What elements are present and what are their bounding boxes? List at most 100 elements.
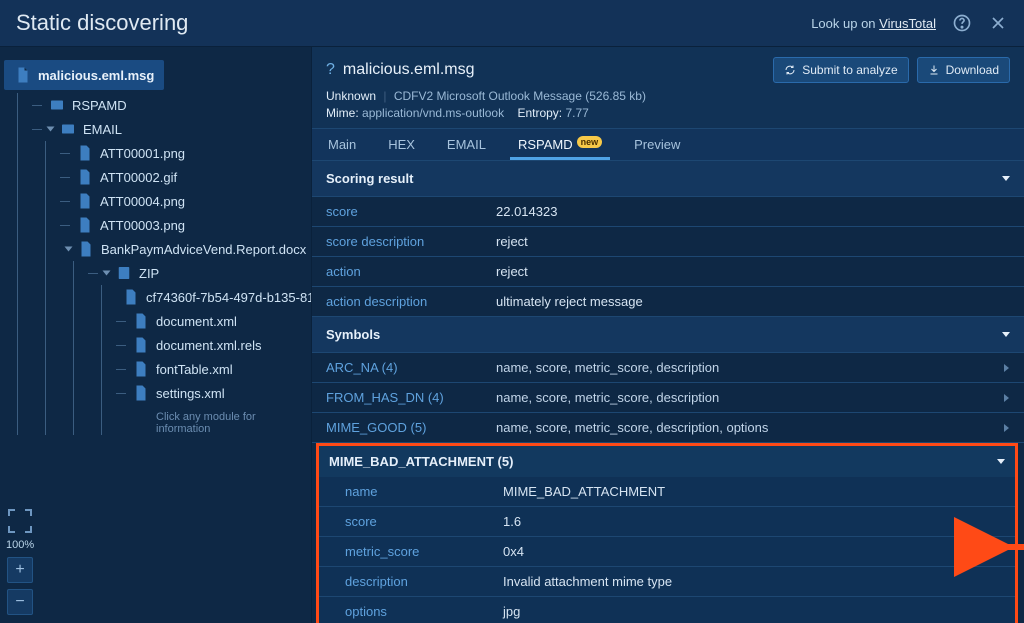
content-area: ? malicious.eml.msg Submit to analyze Do… xyxy=(312,47,1024,623)
scoring-header[interactable]: Scoring result xyxy=(312,161,1024,197)
rspamd-pane[interactable]: Scoring result score22.014323 score desc… xyxy=(312,161,1024,623)
tree-zip-item[interactable]: document.xml.rels xyxy=(116,333,311,357)
kv-value: Invalid attachment mime type xyxy=(489,567,1015,596)
submit-label: Submit to analyze xyxy=(802,63,897,77)
sidebar: malicious.eml.msg RSPAMD EMAIL ATT00001.… xyxy=(0,47,312,623)
fullscreen-icon[interactable] xyxy=(8,509,32,533)
symbol-expanded-header[interactable]: MIME_BAD_ATTACHMENT (5) xyxy=(319,446,1015,477)
file-icon xyxy=(14,66,32,84)
kv-key: score xyxy=(312,197,482,226)
kv-value: 0x4 xyxy=(489,537,1015,566)
file-name: malicious.eml.msg xyxy=(343,61,475,79)
tree-report[interactable]: BankPaymAdviceVend.Report.docx ZIP cf743… xyxy=(60,237,311,435)
app-header: Static discovering Look up on VirusTotal xyxy=(0,0,1024,47)
tree-zip[interactable]: ZIP cf74360f-7b54-497d-b135-81a30 docume… xyxy=(88,261,311,435)
kv-row: descriptionInvalid attachment mime type xyxy=(319,567,1015,597)
highlight-box: MIME_BAD_ATTACHMENT (5) nameMIME_BAD_ATT… xyxy=(316,443,1018,623)
chevron-down-icon xyxy=(997,459,1005,464)
tree-zip-item[interactable]: fontTable.xml xyxy=(116,357,311,381)
kv-value: reject xyxy=(482,257,1024,286)
symbol-name: MIME_BAD_ATTACHMENT (5) xyxy=(329,454,513,469)
kv-row: optionsjpg xyxy=(319,597,1015,623)
kv-row: actionreject xyxy=(312,257,1024,287)
mime-label: Mime: xyxy=(326,106,359,120)
entropy-value: 7.77 xyxy=(565,106,588,120)
refresh-icon xyxy=(784,64,796,76)
chevron-down-icon xyxy=(1002,176,1010,181)
chevron-right-icon xyxy=(1004,364,1009,372)
main-layout: malicious.eml.msg RSPAMD EMAIL ATT00001.… xyxy=(0,47,1024,623)
kv-value: jpg xyxy=(489,597,1015,623)
close-icon[interactable] xyxy=(988,13,1008,33)
file-icon xyxy=(132,360,150,378)
tree-root[interactable]: malicious.eml.msg RSPAMD EMAIL ATT00001.… xyxy=(4,57,311,435)
zoom-in-button[interactable]: + xyxy=(7,557,33,583)
download-button[interactable]: Download xyxy=(917,57,1010,83)
kv-key: score xyxy=(319,507,489,536)
tree-root-label: malicious.eml.msg xyxy=(38,68,154,83)
submit-analyze-button[interactable]: Submit to analyze xyxy=(773,57,908,83)
zip-icon xyxy=(115,264,133,282)
tree-zip-item[interactable]: cf74360f-7b54-497d-b135-81a30 xyxy=(116,285,311,309)
tab-rspamd[interactable]: RSPAMDnew xyxy=(502,129,618,160)
kv-row: score descriptionreject xyxy=(312,227,1024,257)
kv-row: score1.6 xyxy=(319,507,1015,537)
tree-att1[interactable]: ATT00001.png xyxy=(60,141,311,165)
kv-row: score22.014323 xyxy=(312,197,1024,227)
app-title: Static discovering xyxy=(16,10,188,36)
file-meta: Unknown | CDFV2 Microsoft Outlook Messag… xyxy=(326,89,1010,103)
kv-value: ultimately reject message xyxy=(482,287,1024,316)
file-type: CDFV2 Microsoft Outlook Message (526.85 … xyxy=(394,89,646,103)
symbol-row[interactable]: FROM_HAS_DN (4)name, score, metric_score… xyxy=(312,383,1024,413)
kv-key: name xyxy=(319,477,489,506)
module-icon xyxy=(48,96,66,114)
virustotal-link[interactable]: VirusTotal xyxy=(879,16,936,31)
file-icon xyxy=(76,144,94,162)
tab-main[interactable]: Main xyxy=(312,129,372,160)
scoring-title: Scoring result xyxy=(326,171,413,186)
tab-email[interactable]: EMAIL xyxy=(431,129,502,160)
file-icon xyxy=(132,384,150,402)
tree-att2[interactable]: ATT00002.gif xyxy=(60,165,311,189)
kv-key: score description xyxy=(312,227,482,256)
tab-hex[interactable]: HEX xyxy=(372,129,431,160)
kv-value: 1.6 xyxy=(489,507,1015,536)
file-header: ? malicious.eml.msg Submit to analyze Do… xyxy=(312,47,1024,128)
tree-zip-item[interactable]: settings.xml xyxy=(116,381,311,405)
entropy-label: Entropy: xyxy=(517,106,562,120)
symbol-row[interactable]: ARC_NA (4)name, score, metric_score, des… xyxy=(312,353,1024,383)
lookup-virustotal[interactable]: Look up on VirusTotal xyxy=(811,16,936,31)
kv-key: action xyxy=(312,257,482,286)
file-icon xyxy=(122,288,140,306)
chevron-right-icon xyxy=(1004,394,1009,402)
symbols-header[interactable]: Symbols xyxy=(312,317,1024,353)
tree-att4[interactable]: ATT00004.png xyxy=(60,189,311,213)
sidebar-controls: 100% + − xyxy=(6,509,34,615)
symbols-title: Symbols xyxy=(326,327,380,342)
caret-icon xyxy=(47,127,55,132)
tab-preview[interactable]: Preview xyxy=(618,129,696,160)
tree-zip-item[interactable]: document.xml xyxy=(116,309,311,333)
symbol-desc: name, score, metric_score, description xyxy=(482,353,1004,382)
file-icon xyxy=(132,336,150,354)
file-status: Unknown xyxy=(326,89,376,103)
zoom-level: 100% xyxy=(6,539,34,551)
kv-row: metric_score0x4 xyxy=(319,537,1015,567)
symbol-name: MIME_GOOD (5) xyxy=(312,413,482,442)
tree-rspamd[interactable]: RSPAMD xyxy=(32,93,311,117)
kv-value: reject xyxy=(482,227,1024,256)
kv-row: action descriptionultimately reject mess… xyxy=(312,287,1024,317)
kv-key: description xyxy=(319,567,489,596)
kv-key: options xyxy=(319,597,489,623)
zoom-out-button[interactable]: − xyxy=(7,589,33,615)
symbol-desc: name, score, metric_score, description, … xyxy=(482,413,1004,442)
kv-key: metric_score xyxy=(319,537,489,566)
help-icon[interactable] xyxy=(952,13,972,33)
symbol-row[interactable]: MIME_GOOD (5)name, score, metric_score, … xyxy=(312,413,1024,443)
tree-email[interactable]: EMAIL ATT00001.png ATT00002.gif ATT00004… xyxy=(32,117,311,435)
caret-icon xyxy=(103,271,111,276)
file-tree: malicious.eml.msg RSPAMD EMAIL ATT00001.… xyxy=(0,57,311,435)
tree-hint: Click any module for information xyxy=(116,405,311,435)
download-label: Download xyxy=(946,63,999,77)
tree-att3[interactable]: ATT00003.png xyxy=(60,213,311,237)
